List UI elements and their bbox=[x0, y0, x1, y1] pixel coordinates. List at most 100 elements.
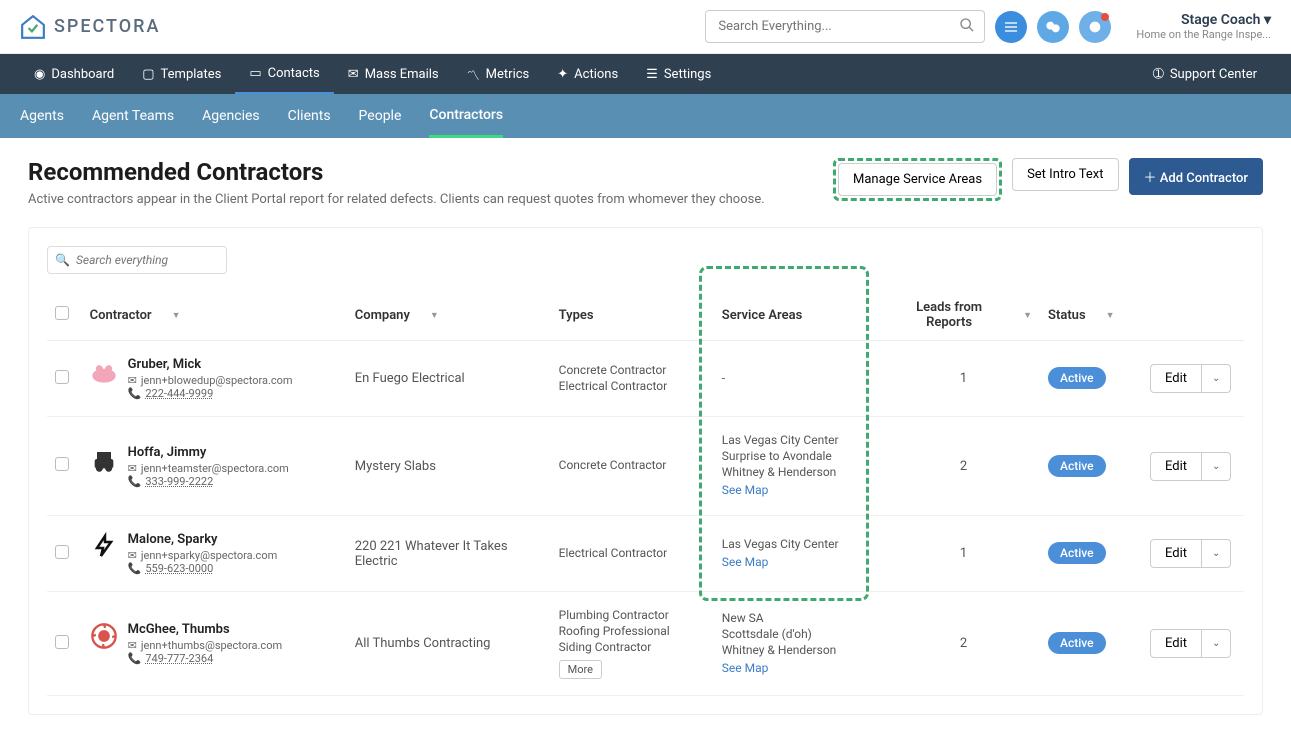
col-status[interactable]: Status bbox=[1048, 308, 1086, 323]
nav-mass-emails[interactable]: ✉Mass Emails bbox=[334, 54, 453, 94]
menu-icon[interactable] bbox=[995, 11, 1027, 43]
row-checkbox[interactable] bbox=[55, 545, 69, 559]
subnav-clients[interactable]: Clients bbox=[288, 96, 331, 136]
contractor-email-line: ✉ jenn+teamster@spectora.com bbox=[128, 462, 289, 475]
global-search[interactable] bbox=[705, 10, 985, 43]
contractor-email[interactable]: jenn+blowedup@spectora.com bbox=[141, 374, 293, 387]
logo-icon bbox=[20, 14, 46, 40]
company-cell: All Thumbs Contracting bbox=[347, 592, 551, 696]
more-types-button[interactable]: More bbox=[559, 660, 602, 679]
row-checkbox[interactable] bbox=[55, 457, 69, 471]
table-row: Hoffa, Jimmy ✉ jenn+teamster@spectora.co… bbox=[47, 417, 1244, 516]
phone-icon: 📞 bbox=[128, 562, 142, 575]
email-icon: ✉ bbox=[348, 67, 359, 82]
add-contractor-button[interactable]: ＋ Add Contractor bbox=[1129, 158, 1263, 195]
subnav-agent-teams[interactable]: Agent Teams bbox=[92, 96, 174, 136]
contractor-phone[interactable]: 559-623-0000 bbox=[145, 562, 213, 575]
col-service-areas: Service Areas bbox=[714, 290, 887, 341]
user-menu[interactable]: Stage Coach ▾ Home on the Range Inspe... bbox=[1136, 12, 1271, 41]
sort-icon[interactable]: ▼ bbox=[430, 310, 439, 321]
user-name: Stage Coach bbox=[1181, 12, 1260, 28]
contractor-name[interactable]: McGhee, Thumbs bbox=[128, 622, 282, 637]
edit-button[interactable]: Edit bbox=[1150, 539, 1202, 568]
type-value: Electrical Contractor bbox=[559, 379, 706, 393]
edit-button[interactable]: Edit bbox=[1150, 452, 1202, 481]
nav-support[interactable]: ➀Support Center bbox=[1139, 54, 1271, 94]
contractor-name[interactable]: Gruber, Mick bbox=[128, 357, 293, 372]
phone-icon: 📞 bbox=[128, 652, 142, 665]
contractor-phone[interactable]: 749-777-2364 bbox=[145, 652, 213, 665]
manage-service-areas-button[interactable]: Manage Service Areas bbox=[838, 163, 997, 196]
row-checkbox[interactable] bbox=[55, 635, 69, 649]
subnav-people[interactable]: People bbox=[359, 96, 402, 136]
table-search-input[interactable] bbox=[47, 246, 227, 274]
email-icon: ✉ bbox=[128, 462, 137, 475]
edit-dropdown-button[interactable]: ⌄ bbox=[1202, 364, 1231, 393]
contractor-email[interactable]: jenn+teamster@spectora.com bbox=[141, 462, 289, 475]
service-area-value: Scottsdale (d'oh) bbox=[722, 627, 879, 641]
nav-templates[interactable]: ▢Templates bbox=[128, 54, 235, 94]
contractor-phone-line: 📞 333-999-2222 bbox=[128, 475, 289, 488]
contractor-avatar bbox=[90, 445, 118, 473]
see-map-link[interactable]: See Map bbox=[722, 555, 879, 569]
edit-dropdown-button[interactable]: ⌄ bbox=[1202, 539, 1231, 568]
service-area-value: Whitney & Henderson bbox=[722, 643, 879, 657]
email-icon: ✉ bbox=[128, 374, 137, 387]
type-value: Electrical Contractor bbox=[559, 546, 706, 560]
contractor-name[interactable]: Hoffa, Jimmy bbox=[128, 445, 289, 460]
edit-dropdown-button[interactable]: ⌄ bbox=[1202, 452, 1231, 481]
table-search[interactable]: 🔍 bbox=[47, 246, 227, 274]
select-all-checkbox[interactable] bbox=[55, 306, 69, 320]
page-subtitle: Active contractors appear in the Client … bbox=[28, 192, 765, 207]
nav-settings[interactable]: ☰Settings bbox=[632, 54, 725, 94]
edit-button[interactable]: Edit bbox=[1150, 629, 1202, 658]
contractor-phone[interactable]: 222-444-9999 bbox=[145, 387, 213, 400]
see-map-link[interactable]: See Map bbox=[722, 483, 879, 497]
nav-metrics[interactable]: 〽Metrics bbox=[453, 54, 544, 94]
nav-contacts[interactable]: ▭Contacts bbox=[235, 54, 333, 94]
see-map-link[interactable]: See Map bbox=[722, 661, 879, 675]
logo[interactable]: SPECTORA bbox=[20, 14, 160, 40]
company-cell: En Fuego Electrical bbox=[347, 341, 551, 417]
page-title: Recommended Contractors bbox=[28, 158, 765, 186]
contacts-icon: ▭ bbox=[249, 66, 261, 81]
service-areas-cell: Las Vegas City CenterSurprise to Avondal… bbox=[714, 417, 887, 516]
edit-dropdown-button[interactable]: ⌄ bbox=[1202, 629, 1231, 658]
row-checkbox[interactable] bbox=[55, 370, 69, 384]
table-row: Malone, Sparky ✉ jenn+sparky@spectora.co… bbox=[47, 516, 1244, 592]
notification-icon[interactable] bbox=[1079, 11, 1111, 43]
contractor-email[interactable]: jenn+thumbs@spectora.com bbox=[141, 639, 282, 652]
secondary-nav: Agents Agent Teams Agencies Clients Peop… bbox=[0, 94, 1291, 138]
col-company[interactable]: Company bbox=[355, 308, 410, 323]
nav-actions[interactable]: ✦Actions bbox=[543, 54, 632, 94]
edit-button[interactable]: Edit bbox=[1150, 364, 1202, 393]
service-areas-cell: New SA Scottsdale (d'oh) Whitney & Henders… bbox=[714, 592, 887, 696]
service-area-value: New SA bbox=[722, 611, 879, 625]
nav-dashboard[interactable]: ◉Dashboard bbox=[20, 54, 128, 94]
subnav-contractors[interactable]: Contractors bbox=[429, 95, 503, 138]
subnav-agencies[interactable]: Agencies bbox=[202, 96, 260, 136]
company-cell: 220 221 Whatever It Takes Electric bbox=[347, 516, 551, 592]
company-cell: Mystery Slabs bbox=[347, 417, 551, 516]
service-area-value: Las Vegas City Center bbox=[722, 433, 879, 447]
types-cell: Electrical Contractor bbox=[551, 516, 714, 592]
contractor-name[interactable]: Malone, Sparky bbox=[128, 532, 278, 547]
col-leads[interactable]: Leads from Reports bbox=[895, 300, 1003, 330]
email-icon: ✉ bbox=[128, 549, 137, 562]
sort-icon[interactable]: ▼ bbox=[172, 310, 181, 321]
contractor-email[interactable]: jenn+sparky@spectora.com bbox=[141, 549, 277, 562]
contractor-avatar bbox=[90, 532, 118, 560]
sort-icon[interactable]: ▼ bbox=[1023, 310, 1032, 321]
subnav-agents[interactable]: Agents bbox=[20, 96, 64, 136]
app-header: SPECTORA Stage Coach ▾ Home on the Range… bbox=[0, 0, 1291, 54]
search-input[interactable] bbox=[705, 10, 985, 43]
col-contractor[interactable]: Contractor bbox=[90, 308, 152, 323]
chat-icon[interactable] bbox=[1037, 11, 1069, 43]
set-intro-text-button[interactable]: Set Intro Text bbox=[1012, 158, 1118, 191]
phone-icon: 📞 bbox=[128, 387, 142, 400]
search-icon: 🔍 bbox=[55, 253, 70, 267]
service-areas-cell: Las Vegas City CenterSee Map bbox=[714, 516, 887, 592]
sort-icon[interactable]: ▼ bbox=[1106, 310, 1115, 321]
contractor-phone[interactable]: 333-999-2222 bbox=[145, 475, 213, 488]
chevron-down-icon: ⌄ bbox=[1212, 638, 1220, 649]
